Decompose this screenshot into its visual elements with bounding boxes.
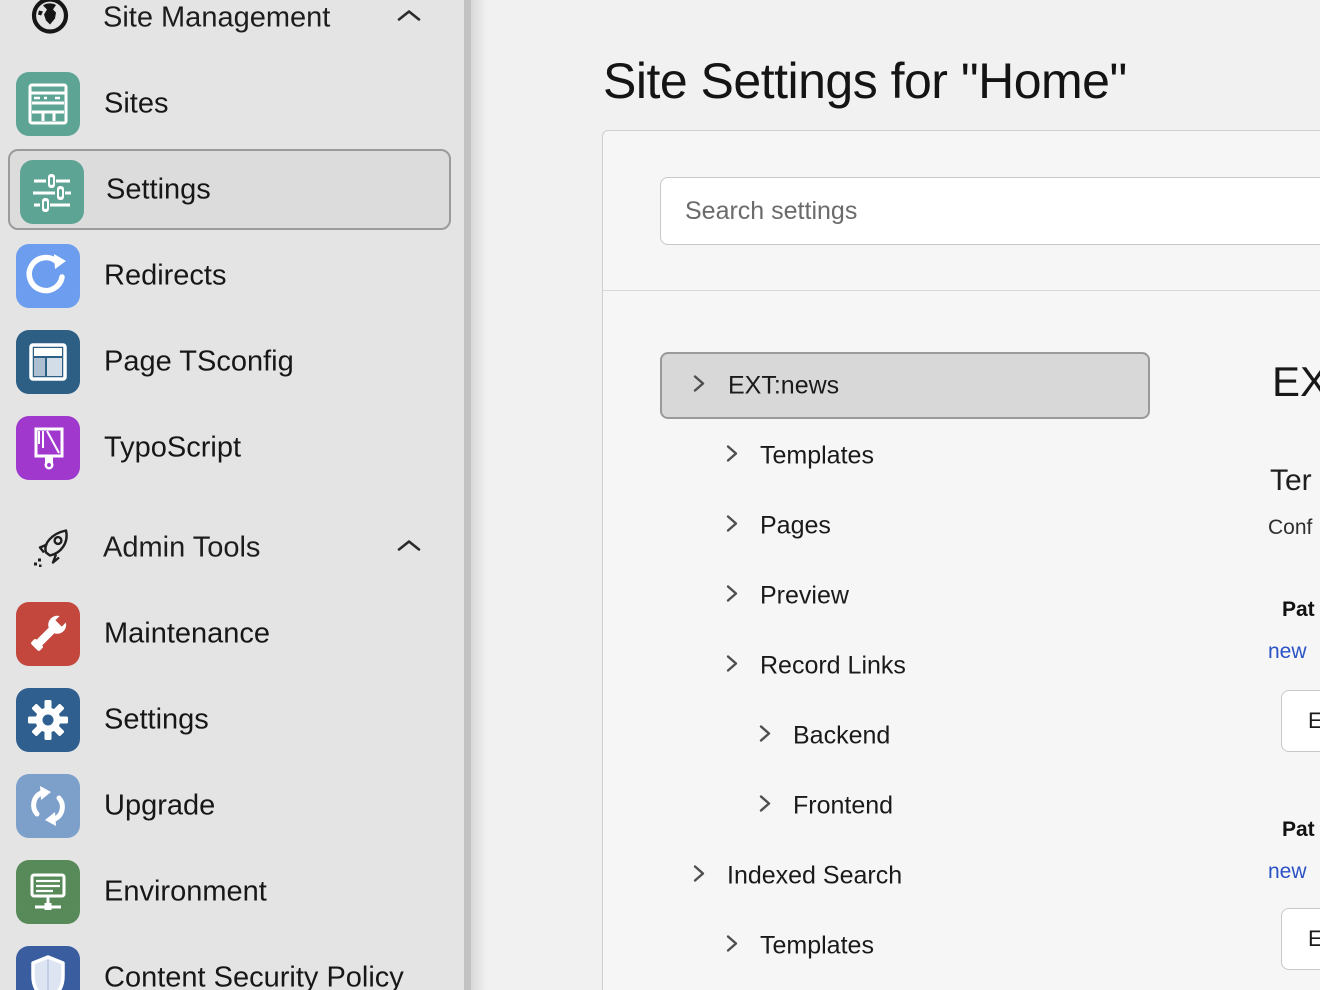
chevron-right-icon bbox=[725, 654, 739, 679]
sidebar-item-label: Upgrade bbox=[104, 790, 215, 823]
chevron-right-icon bbox=[725, 444, 739, 469]
app-window: Site Management bbox=[0, 0, 1320, 990]
tree-item-templates-2[interactable]: Templates bbox=[725, 926, 1145, 966]
tree-item-label: Record Links bbox=[760, 652, 906, 681]
section-label: Admin Tools bbox=[103, 532, 260, 565]
sidebar-item-label: Environment bbox=[104, 876, 267, 909]
tree-item-label: Indexed Search bbox=[727, 862, 902, 891]
tree-item-label: Templates bbox=[760, 932, 874, 961]
field-key-link[interactable]: new bbox=[1268, 860, 1307, 884]
sites-icon bbox=[16, 72, 80, 136]
chevron-right-icon bbox=[758, 724, 772, 749]
tree-item-record-links[interactable]: Record Links bbox=[725, 646, 1145, 686]
refresh-cycle-icon bbox=[16, 774, 80, 838]
search-input[interactable] bbox=[660, 177, 1320, 245]
tree-item-label: EXT:news bbox=[728, 372, 839, 401]
page-title: Site Settings for "Home" bbox=[603, 52, 1127, 110]
chevron-right-icon bbox=[692, 864, 706, 889]
sidebar-item-label: Redirects bbox=[104, 260, 227, 293]
chevron-right-icon bbox=[725, 514, 739, 539]
panel-heading: EX bbox=[1272, 358, 1320, 406]
sidebar-item-label: Settings bbox=[106, 173, 211, 206]
field-label: Pat bbox=[1282, 818, 1315, 842]
sidebar-item-upgrade[interactable]: Upgrade bbox=[0, 763, 456, 849]
sidebar-item-typoscript[interactable]: TypoScript bbox=[0, 405, 456, 491]
chevron-up-icon bbox=[396, 538, 422, 559]
tree-item-indexed-search[interactable]: Indexed Search bbox=[692, 856, 1152, 896]
tree-item-pages[interactable]: Pages bbox=[725, 506, 1145, 546]
sidebar-item-redirects[interactable]: Redirects bbox=[0, 233, 456, 319]
card-divider bbox=[603, 290, 1320, 291]
gear-icon bbox=[16, 688, 80, 752]
tree-item-templates[interactable]: Templates bbox=[725, 436, 1145, 476]
sidebar-item-settings-selected[interactable]: Settings bbox=[8, 149, 451, 230]
sidebar-item-label: Content Security Policy bbox=[104, 962, 404, 990]
sidebar-item-page-tsconfig[interactable]: Page TSconfig bbox=[0, 319, 456, 405]
tree-item-frontend[interactable]: Frontend bbox=[758, 786, 1148, 826]
paint-brush-icon bbox=[16, 416, 80, 480]
field-label: Pat bbox=[1282, 598, 1315, 622]
sliders-icon bbox=[20, 160, 84, 224]
sidebar-item-maintenance[interactable]: Maintenance bbox=[0, 591, 456, 677]
tree-item-preview[interactable]: Preview bbox=[725, 576, 1145, 616]
tree-item-label: Templates bbox=[760, 442, 874, 471]
tree-item-label: Pages bbox=[760, 512, 831, 541]
server-icon bbox=[16, 860, 80, 924]
chevron-right-icon bbox=[692, 374, 706, 399]
sidebar-item-label: Settings bbox=[104, 704, 209, 737]
chevron-right-icon bbox=[725, 934, 739, 959]
tree-item-ext-news[interactable]: EXT:news bbox=[692, 366, 1152, 406]
redo-arrow-icon bbox=[16, 244, 80, 308]
tree-item-label: Backend bbox=[793, 722, 890, 751]
sidebar-item-environment[interactable]: Environment bbox=[0, 849, 456, 935]
tree-item-backend[interactable]: Backend bbox=[758, 716, 1148, 756]
sidebar-item-content-security-policy[interactable]: Content Security Policy bbox=[0, 935, 456, 990]
field-input[interactable] bbox=[1281, 908, 1320, 970]
sidebar-item-admin-settings[interactable]: Settings bbox=[0, 677, 456, 763]
sidebar-item-label: TypoScript bbox=[104, 432, 241, 465]
sidebar-item-sites[interactable]: Sites bbox=[0, 61, 456, 147]
chevron-right-icon bbox=[758, 794, 772, 819]
section-header-site-management[interactable]: Site Management bbox=[0, 0, 456, 40]
rocket-icon bbox=[30, 522, 78, 575]
sidebar-item-label: Sites bbox=[104, 88, 168, 121]
sidebar-item-label: Maintenance bbox=[104, 618, 270, 651]
chevron-up-icon bbox=[396, 8, 422, 29]
panel-description: Conf bbox=[1268, 516, 1312, 540]
splitter-shadow bbox=[471, 0, 487, 990]
section-label: Site Management bbox=[103, 2, 330, 35]
chevron-right-icon bbox=[725, 584, 739, 609]
panel-section-title: Ter bbox=[1270, 464, 1312, 498]
page-layout-icon bbox=[16, 330, 80, 394]
sidebar-item-label: Page TSconfig bbox=[104, 346, 294, 379]
tree-item-label: Frontend bbox=[793, 792, 893, 821]
tree-item-label: Preview bbox=[760, 582, 849, 611]
wrench-icon bbox=[16, 602, 80, 666]
globe-icon bbox=[30, 0, 70, 41]
shield-icon bbox=[16, 946, 80, 990]
module-menu-scrollbar[interactable] bbox=[464, 0, 471, 990]
module-sidebar: Site Management bbox=[0, 0, 464, 990]
field-key-link[interactable]: new bbox=[1268, 640, 1307, 664]
field-input[interactable] bbox=[1281, 690, 1320, 752]
section-header-admin-tools[interactable]: Admin Tools bbox=[0, 526, 456, 570]
